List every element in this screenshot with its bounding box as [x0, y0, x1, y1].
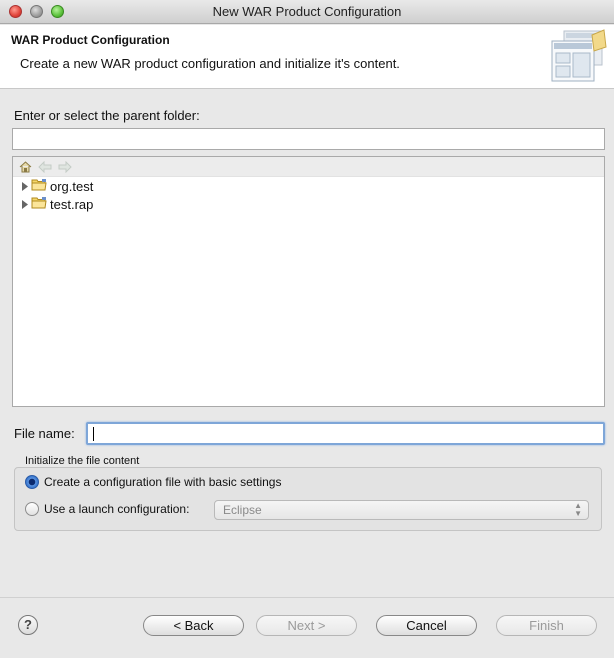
- product-config-wizard-icon: [551, 29, 607, 82]
- help-button[interactable]: ?: [18, 615, 38, 635]
- tree-toolbar: [13, 157, 604, 177]
- back-arrow-icon[interactable]: [38, 160, 52, 173]
- title-bar[interactable]: New WAR Product Configuration: [0, 0, 614, 24]
- launch-config-value: Eclipse: [223, 503, 262, 517]
- home-icon[interactable]: [19, 160, 32, 173]
- cancel-button[interactable]: Cancel: [376, 615, 477, 636]
- tree-item[interactable]: org.test: [13, 177, 604, 195]
- project-folder-icon: [31, 178, 47, 194]
- tree-item[interactable]: test.rap: [13, 195, 604, 213]
- updown-arrows-icon: ▲ ▼: [574, 501, 582, 518]
- expand-arrow-icon[interactable]: [21, 197, 31, 212]
- file-name-label: File name:: [14, 426, 75, 441]
- launch-config-label[interactable]: Use a launch configuration:: [44, 502, 189, 516]
- button-bar-separator: [0, 597, 614, 598]
- dialog-window: New WAR Product Configuration WAR Produc…: [0, 0, 614, 658]
- tree-item-label: test.rap: [50, 196, 94, 212]
- tree-item-label: org.test: [50, 178, 94, 194]
- init-group-legend: Initialize the file content: [25, 455, 140, 467]
- back-button[interactable]: < Back: [143, 615, 244, 636]
- parent-folder-input[interactable]: [12, 128, 605, 150]
- project-folder-icon: [31, 196, 47, 212]
- banner-title: WAR Product Configuration: [11, 33, 170, 47]
- window-title: New WAR Product Configuration: [212, 4, 402, 19]
- next-button[interactable]: Next >: [256, 615, 357, 636]
- folder-tree[interactable]: org.test test.rap: [12, 156, 605, 407]
- parent-folder-label: Enter or select the parent folder:: [14, 108, 200, 123]
- wizard-banner: WAR Product Configuration Create a new W…: [0, 25, 614, 89]
- file-name-input[interactable]: [86, 422, 605, 445]
- basic-settings-radio[interactable]: [25, 475, 39, 489]
- text-caret: [93, 427, 94, 441]
- finish-button[interactable]: Finish: [496, 615, 597, 636]
- forward-arrow-icon[interactable]: [58, 160, 72, 173]
- launch-config-radio[interactable]: [25, 502, 39, 516]
- banner-description: Create a new WAR product configuration a…: [20, 56, 400, 71]
- basic-settings-label[interactable]: Create a configuration file with basic s…: [44, 475, 281, 489]
- launch-config-select[interactable]: Eclipse ▲ ▼: [214, 500, 589, 520]
- expand-arrow-icon[interactable]: [21, 179, 31, 194]
